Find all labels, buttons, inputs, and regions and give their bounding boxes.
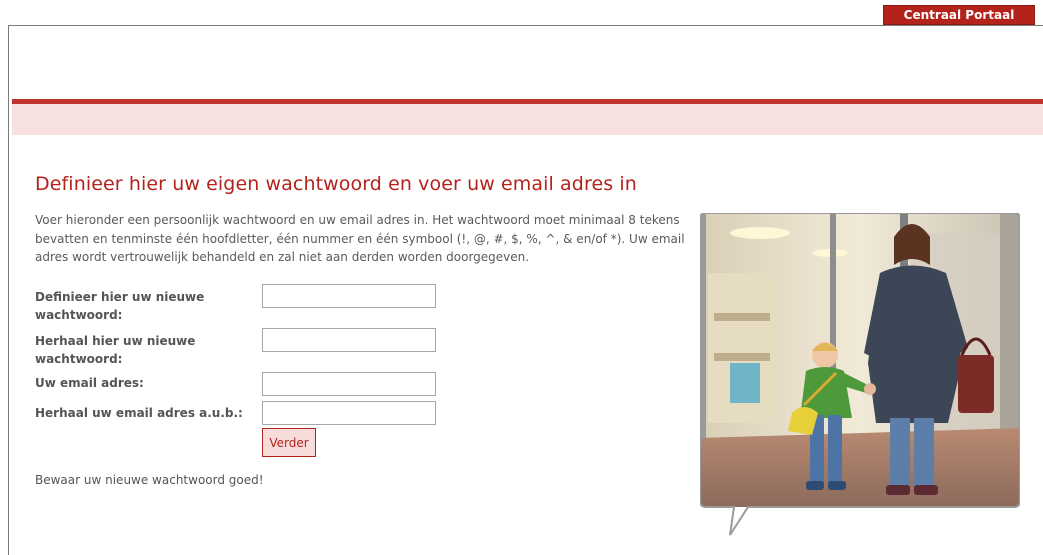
repeat-password-label: Herhaal hier uw nieuwe wachtwoord: — [35, 334, 196, 366]
repeat-password-field[interactable] — [262, 328, 436, 352]
new-password-field[interactable] — [262, 284, 436, 308]
verder-button[interactable]: Verder — [262, 428, 316, 457]
intro-text: Voer hieronder een persoonlijk wachtwoor… — [35, 213, 685, 264]
email-label: Uw email adres: — [35, 376, 144, 390]
email-field[interactable] — [262, 372, 436, 396]
page-title: Definieer hier uw eigen wachtwoord en vo… — [35, 173, 637, 195]
new-password-label: Definieer hier uw nieuwe wachtwoord: — [35, 290, 205, 322]
hero-photo — [699, 212, 1021, 537]
repeat-email-label: Herhaal uw email adres a.u.b.: — [35, 406, 243, 420]
footer-note: Bewaar uw nieuwe wachtwoord goed! — [35, 473, 264, 487]
frame-left-border — [8, 25, 9, 555]
frame-top-border — [8, 25, 1043, 26]
centraal-portaal-tab[interactable]: Centraal Portaal — [883, 5, 1035, 25]
repeat-email-field[interactable] — [262, 401, 436, 425]
header-pink-band — [12, 104, 1043, 135]
